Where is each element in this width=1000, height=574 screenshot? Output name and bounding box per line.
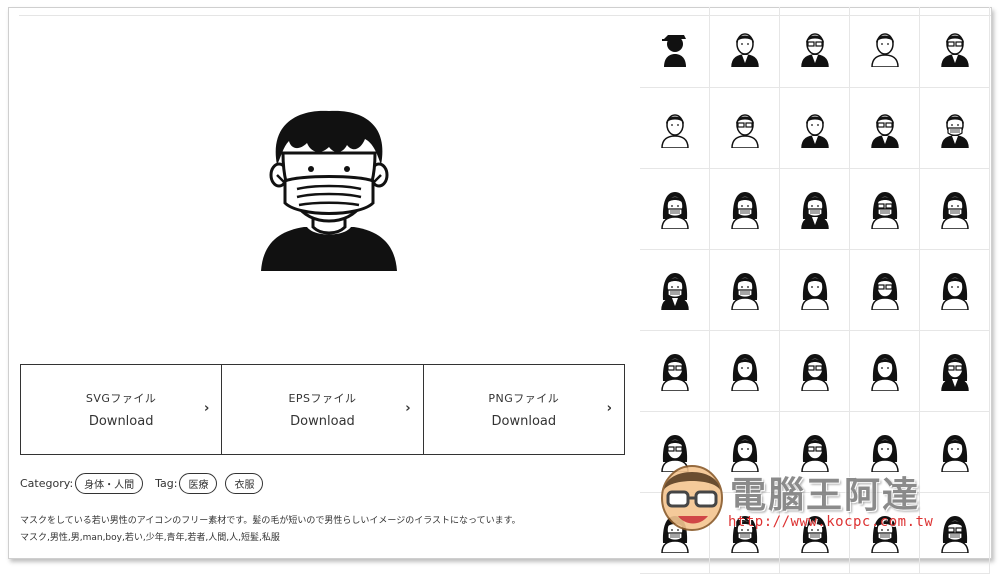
- category-label: Category:: [20, 477, 74, 490]
- woman-bob-icon[interactable]: [710, 331, 780, 412]
- glasses-woman-bowtie-icon[interactable]: [920, 331, 990, 412]
- svg-download-button[interactable]: SVGファイル Download ›: [21, 365, 223, 454]
- glasses-woman-2-icon[interactable]: [640, 412, 710, 493]
- eps-download-button[interactable]: EPSファイル Download ›: [222, 365, 424, 454]
- masked-man-icon: [249, 103, 409, 273]
- suit-man-icon[interactable]: [710, 7, 780, 88]
- mask-woman-ponytail-icon[interactable]: [710, 250, 780, 331]
- woman-long-icon[interactable]: [780, 250, 850, 331]
- woman-3-icon[interactable]: [850, 412, 920, 493]
- icon-grid: [640, 7, 990, 574]
- chevron-right-icon: ›: [405, 401, 411, 416]
- keywords-text: マスク,男性,男,man,boy,若い,少年,青年,若者,人間,人,短髪,私服: [20, 533, 280, 543]
- mask-man-suit-icon[interactable]: [920, 88, 990, 169]
- glasses-suit-man-icon[interactable]: [780, 7, 850, 88]
- file-type-label: EPSファイル: [288, 392, 357, 405]
- description-text: マスクをしている若い男性のアイコンのフリー素材です。髪の毛が短いので男性らしいイ…: [20, 516, 521, 526]
- mask-glasses-woman-2-icon[interactable]: [920, 493, 990, 574]
- mask-woman-2-icon[interactable]: [640, 493, 710, 574]
- download-label: Download: [88, 414, 154, 429]
- man-shirt-icon[interactable]: [850, 7, 920, 88]
- glasses-man-suit-icon[interactable]: [850, 88, 920, 169]
- chevron-right-icon: ›: [606, 401, 612, 416]
- mask-woman-icon[interactable]: [710, 169, 780, 250]
- mask-woman-4-icon[interactable]: [780, 493, 850, 574]
- glasses-woman-bob-icon[interactable]: [780, 331, 850, 412]
- download-buttons: SVGファイル Download › EPSファイル Download › PN…: [20, 364, 625, 455]
- tag-pill[interactable]: 医療: [179, 473, 218, 494]
- mask-glasses-woman-icon[interactable]: [850, 169, 920, 250]
- man-bowtie-icon[interactable]: [780, 88, 850, 169]
- glasses-woman-icon[interactable]: [850, 250, 920, 331]
- mask-woman-5-icon[interactable]: [850, 493, 920, 574]
- category-pill[interactable]: 身体・人間: [75, 473, 144, 494]
- tag-pill[interactable]: 衣服: [225, 473, 264, 494]
- tag-label: Tag:: [155, 477, 178, 490]
- glasses-tie-man-icon[interactable]: [920, 7, 990, 88]
- mask-woman-long-icon[interactable]: [640, 169, 710, 250]
- glasses-woman-3-icon[interactable]: [780, 412, 850, 493]
- woman-bow-icon[interactable]: [920, 250, 990, 331]
- chevron-right-icon: ›: [203, 401, 210, 416]
- mask-woman-bob-icon[interactable]: [920, 169, 990, 250]
- mask-woman-suit-icon[interactable]: [780, 169, 850, 250]
- woman-long-plain-icon[interactable]: [850, 331, 920, 412]
- mask-woman-bowtie-icon[interactable]: [640, 250, 710, 331]
- download-label: Download: [491, 414, 557, 429]
- png-download-button[interactable]: PNGファイル Download ›: [424, 365, 624, 454]
- download-label: Download: [290, 414, 355, 429]
- glasses-woman-long-icon[interactable]: [640, 331, 710, 412]
- glasses-man-icon[interactable]: [710, 88, 780, 169]
- cap-person-icon[interactable]: [640, 7, 710, 88]
- mask-woman-3-icon[interactable]: [710, 493, 780, 574]
- description: マスクをしている若い男性のアイコンのフリー素材です。髪の毛が短いので男性らしいイ…: [20, 513, 640, 547]
- file-type-label: PNGファイル: [488, 392, 560, 405]
- woman-4-icon[interactable]: [920, 412, 990, 493]
- file-type-label: SVGファイル: [85, 392, 157, 405]
- woman-2-icon[interactable]: [710, 412, 780, 493]
- meta-row: Category: 身体・人間 Tag: 医療 衣服: [20, 473, 269, 494]
- man-plain-icon[interactable]: [640, 88, 710, 169]
